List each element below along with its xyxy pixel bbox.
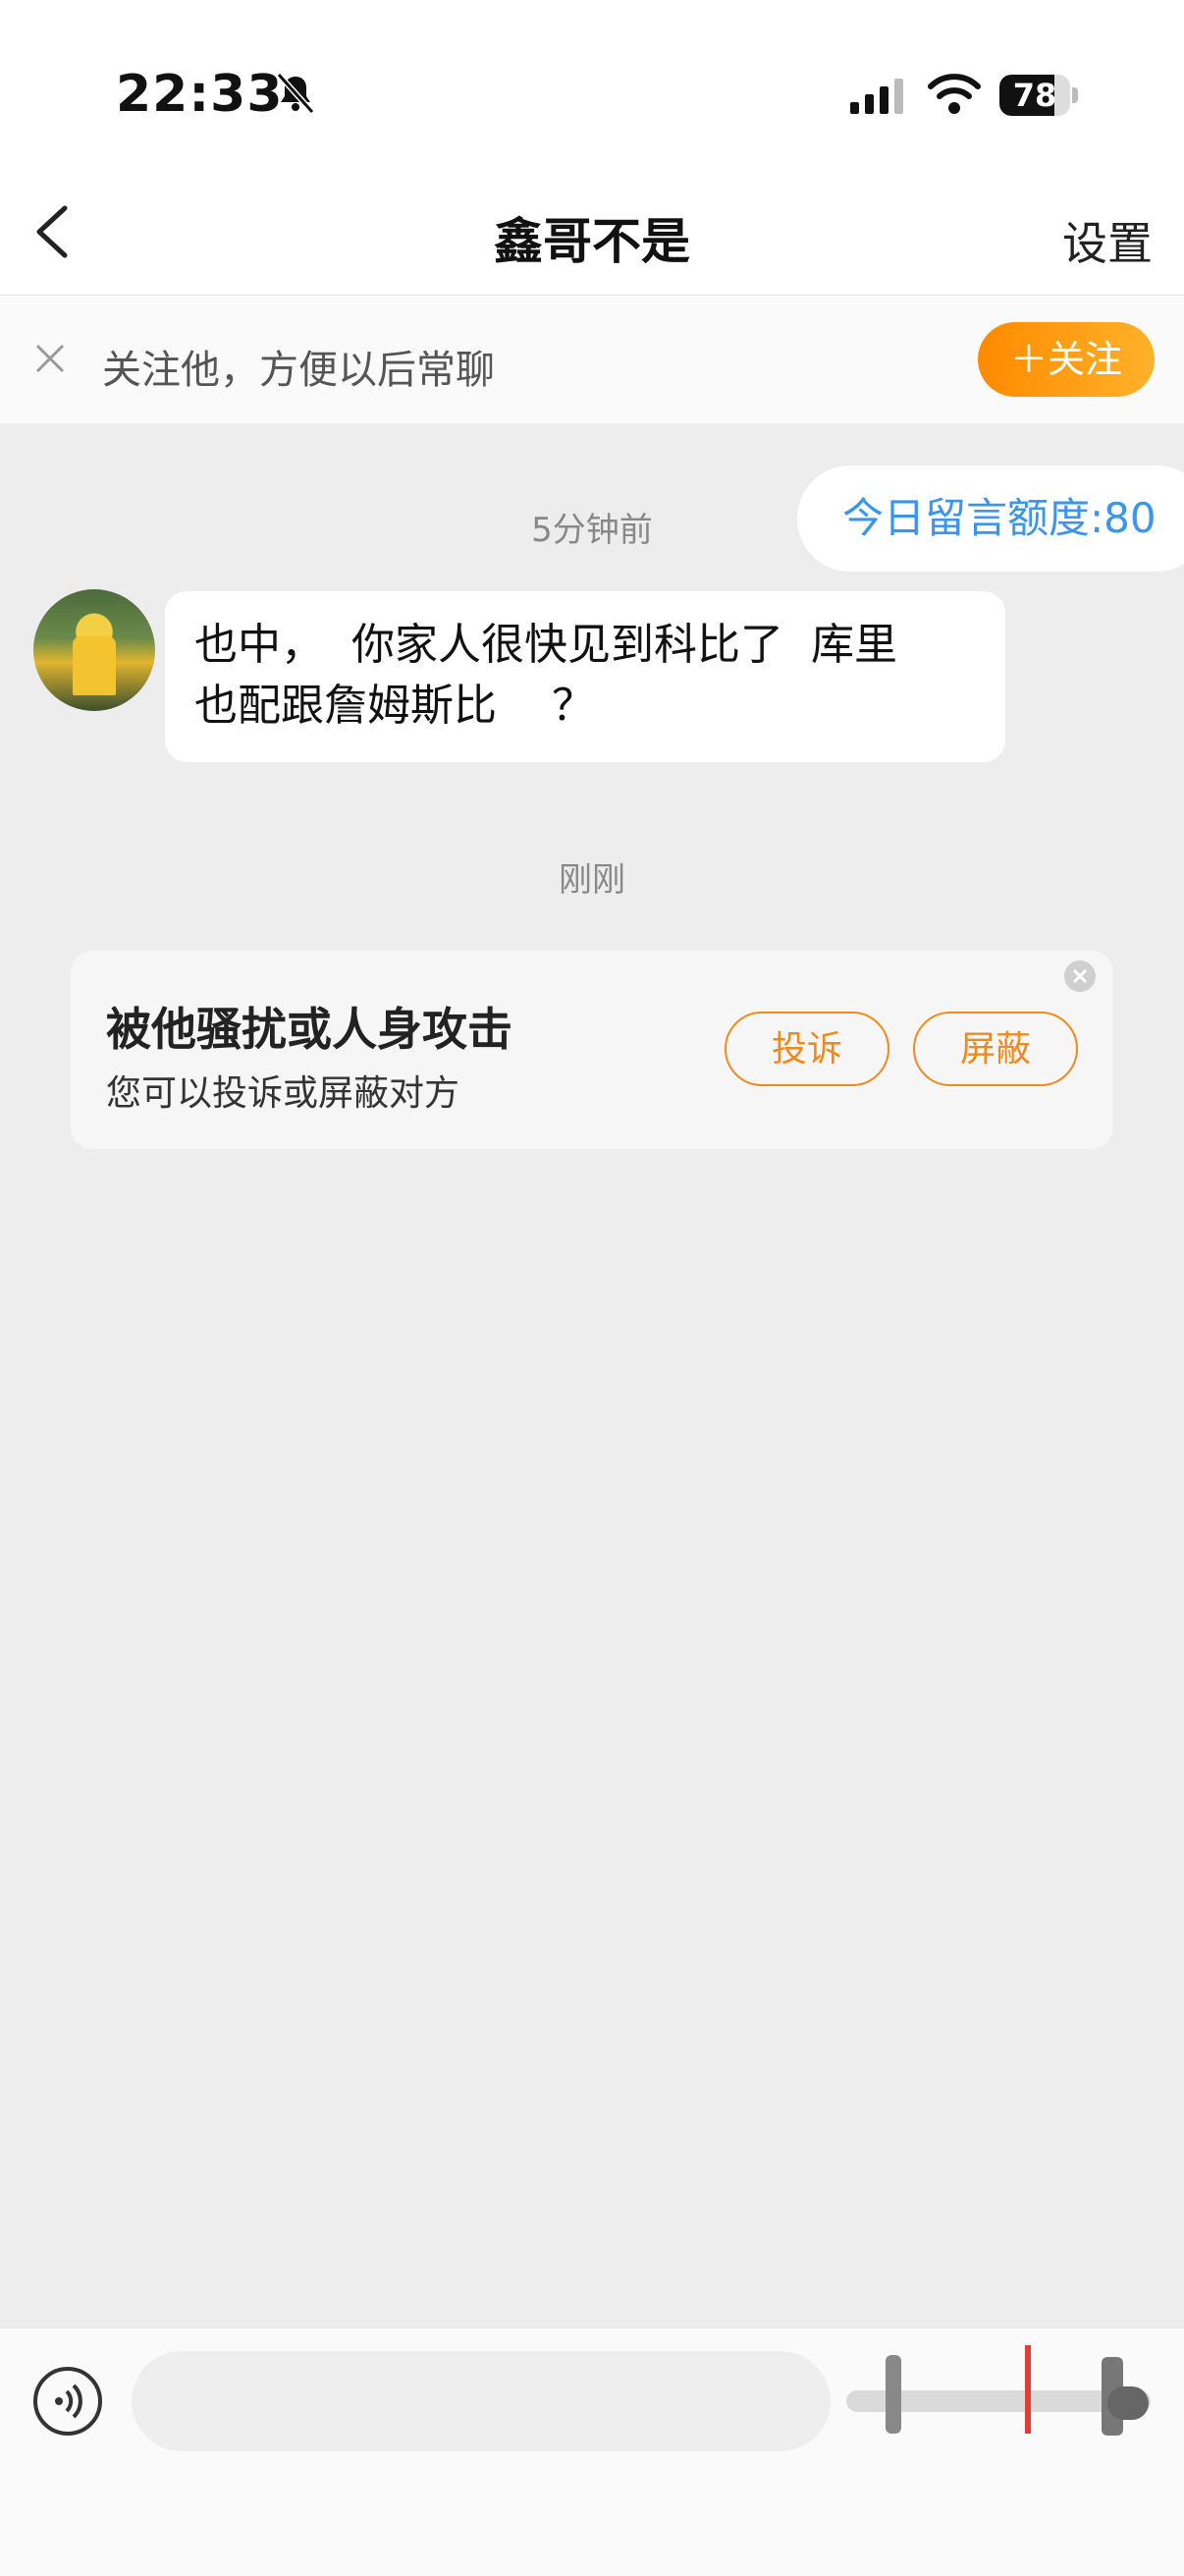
follow-prompt-text: 关注他，方便以后常聊 [102,348,495,393]
avatar[interactable] [33,589,155,711]
message-timestamp-recent: 刚刚 [559,860,625,900]
battery-nub [1072,87,1078,103]
signal-icon [850,79,903,114]
report-card-title: 被他骚扰或人身攻击 [106,1003,512,1056]
battery-level: 78 [1012,77,1057,114]
message-input[interactable] [132,2351,831,2451]
message-timestamp: 5分钟前 [531,511,653,550]
close-circle-icon[interactable] [1062,959,1098,994]
settings-button[interactable]: 设置 [1062,208,1153,273]
blurred-controls [846,2345,1151,2436]
wifi-icon [928,74,981,114]
status-time: 22:33 [116,65,284,124]
report-card-subtitle: 您可以投诉或屏蔽对方 [106,1073,460,1114]
avatar-jersey [73,636,116,695]
follow-button[interactable]: ＋关注 [978,322,1155,397]
block-button[interactable]: 屏蔽 [913,1012,1078,1086]
message-bubble[interactable]: 也中， 你家人很快见到科比了 库里 也配跟詹姆斯比 ？ [165,591,1005,762]
report-button[interactable]: 投诉 [725,1012,889,1086]
battery-body: 78 [999,75,1070,116]
voice-waves-icon [55,2384,82,2419]
close-icon[interactable] [33,342,67,375]
battery-icon: 78 [999,75,1078,116]
bell-muted-icon [276,72,315,115]
voice-icon[interactable] [33,2367,102,2436]
page-title: 鑫哥不是 [494,213,690,270]
